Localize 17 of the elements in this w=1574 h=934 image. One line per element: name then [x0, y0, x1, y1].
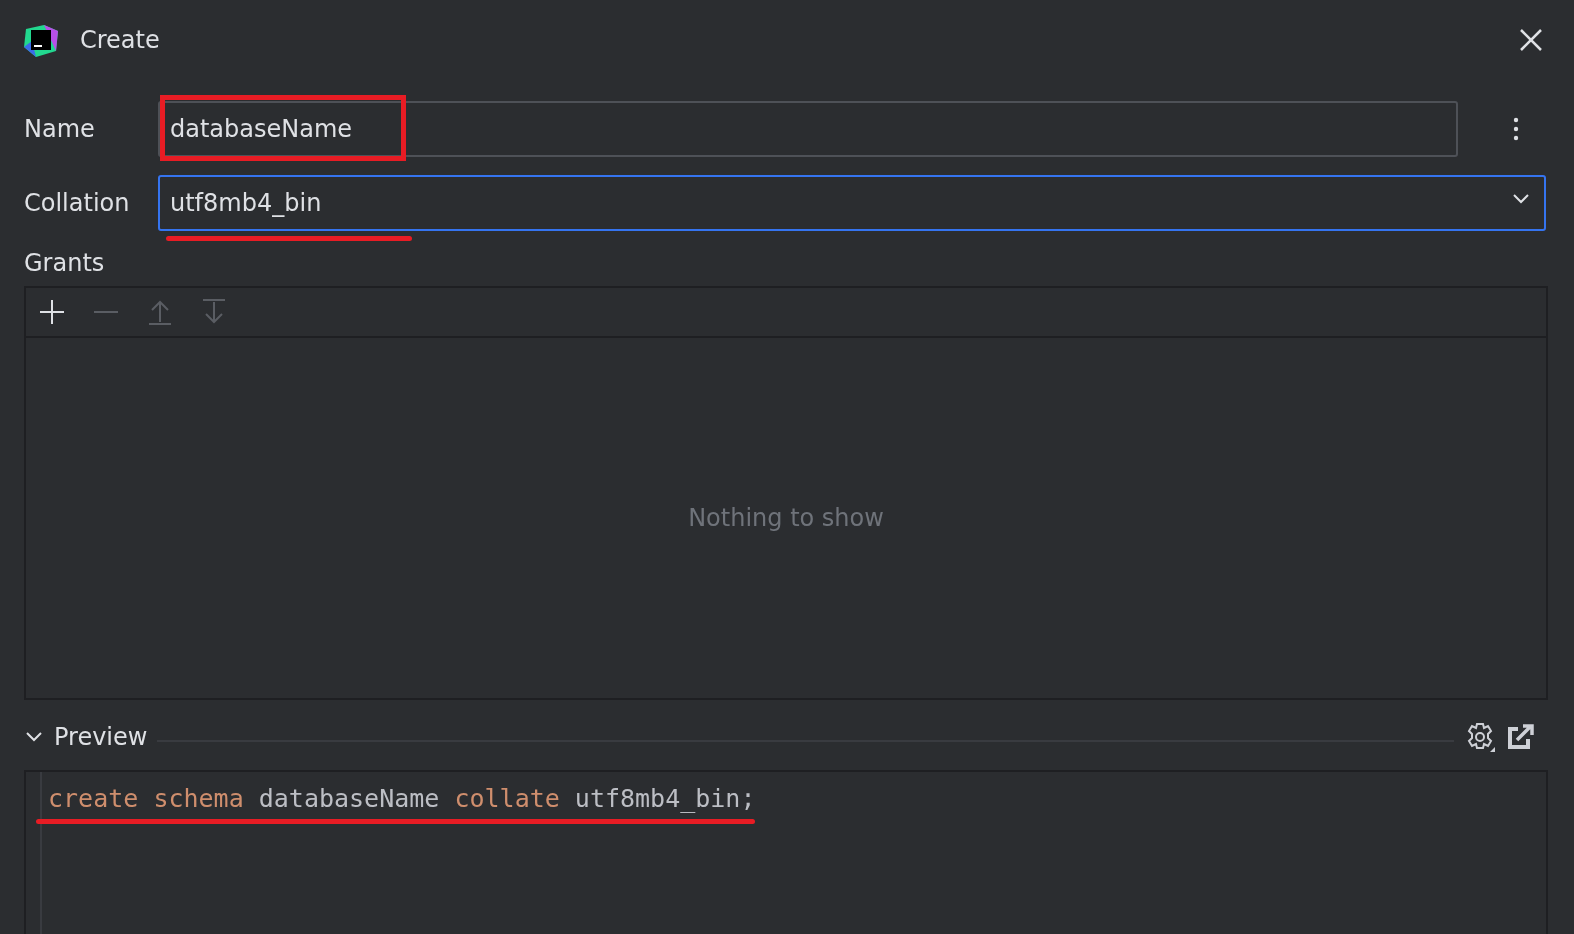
- name-field[interactable]: databaseName: [158, 101, 1458, 157]
- remove-icon: [92, 310, 120, 314]
- add-icon: [38, 298, 66, 326]
- preview-label: Preview: [54, 722, 148, 753]
- empty-message: Nothing to show: [688, 503, 884, 534]
- window-title: Create: [80, 25, 160, 56]
- more-options-button[interactable]: [1512, 115, 1520, 143]
- app-logo-icon: [24, 23, 58, 57]
- collation-field[interactable]: utf8mb4_bin: [158, 175, 1546, 231]
- name-label: Name: [24, 114, 96, 145]
- move-down-icon: [200, 298, 228, 326]
- collation-label: Collation: [24, 188, 131, 219]
- sql-code-line: create schema databaseName collate utf8mb4_bin;: [42, 772, 762, 816]
- add-button[interactable]: [38, 298, 66, 326]
- grants-label: Grants: [24, 248, 106, 279]
- open-external-icon[interactable]: [1506, 723, 1534, 751]
- move-up-icon: [146, 298, 174, 326]
